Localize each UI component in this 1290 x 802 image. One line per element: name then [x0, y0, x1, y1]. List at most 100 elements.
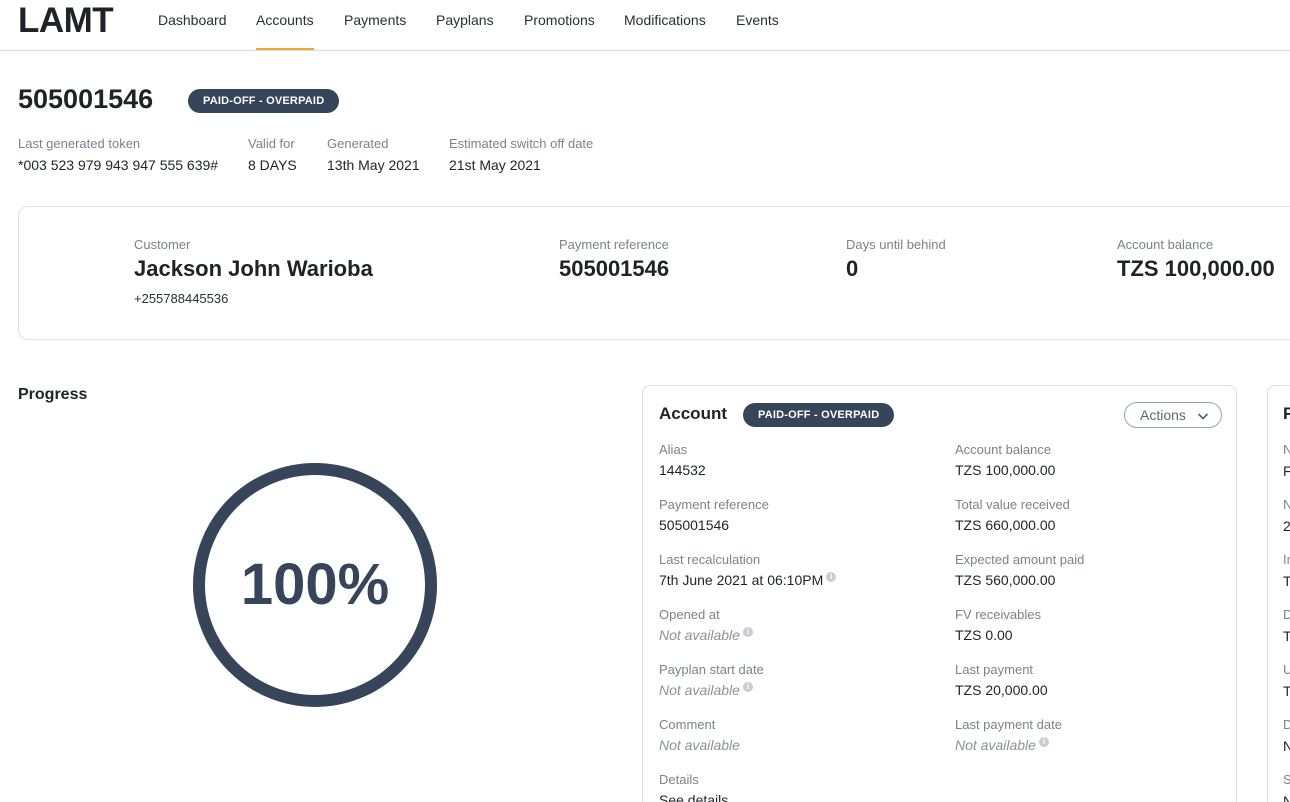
nav-accounts[interactable]: Accounts: [256, 12, 314, 50]
left-field-value-text: Not available: [659, 682, 740, 698]
secondary-card-fragment: T: [1283, 573, 1290, 589]
meta-valid-value: 8 DAYS: [248, 157, 297, 173]
left-field-value-text: Not available: [659, 627, 740, 643]
days-label: Days until behind: [846, 237, 946, 252]
info-icon[interactable]: i: [742, 627, 753, 637]
meta-generated: Generated 13th May 2021: [327, 136, 420, 173]
secondary-card-fragment: D: [1283, 607, 1290, 622]
left-field: Comment Not available: [659, 717, 740, 753]
left-field-value: 144532: [659, 462, 706, 478]
info-icon[interactable]: i: [826, 572, 837, 582]
secondary-card-fragment: U: [1283, 662, 1290, 677]
secondary-card-fragment: N: [1283, 497, 1290, 512]
secondary-card-fragment: N: [1283, 738, 1290, 754]
nav-dashboard[interactable]: Dashboard: [158, 12, 227, 50]
meta-generated-value: 13th May 2021: [327, 157, 420, 173]
secondary-card-fragment: F: [1283, 463, 1290, 479]
meta-generated-label: Generated: [327, 136, 389, 151]
secondary-card-fragment: D: [1283, 717, 1290, 732]
top-nav: LAMT Dashboard Accounts Payments Payplan…: [0, 0, 1290, 51]
left-field-value-text: See details: [659, 792, 729, 802]
actions-label: Actions: [1140, 407, 1186, 423]
right-field-label: FV receivables: [955, 607, 1041, 622]
left-field: Details See details: [659, 772, 728, 802]
meta-switch-off-label: Estimated switch off date: [449, 136, 594, 151]
secondary-card-fragment: N: [1283, 793, 1290, 802]
left-field-value-text: 7th June 2021 at 06:10PM: [659, 572, 824, 588]
chevron-down-icon: [1197, 406, 1209, 430]
summary-customer: Customer Jackson John Warioba +255788445…: [134, 237, 373, 306]
secondary-card-fragment: T: [1283, 683, 1290, 699]
right-field-label: Account balance: [955, 442, 1052, 457]
nav-promotions[interactable]: Promotions: [524, 12, 595, 50]
right-field: Account balance TZS 100,000.00: [955, 442, 1055, 478]
left-field-value-text: Not available: [659, 737, 740, 753]
progress-ring: 100%: [193, 463, 437, 707]
right-field-value-text: TZS 660,000.00: [955, 517, 1056, 533]
info-icon[interactable]: i: [1038, 737, 1049, 747]
nav-events[interactable]: Events: [736, 12, 779, 50]
summary-payment-ref: Payment reference 505001546: [559, 237, 669, 282]
meta-valid: Valid for 8 DAYS: [248, 136, 297, 173]
right-field-label: Last payment: [955, 662, 1034, 677]
meta-valid-label: Valid for: [248, 136, 295, 151]
right-field-value: Not available i: [955, 737, 1062, 753]
days-value: 0: [846, 256, 859, 281]
meta-token-value: *003 523 979 943 947 555 639#: [18, 157, 219, 173]
right-field-value-text: TZS 20,000.00: [955, 682, 1048, 698]
meta-switch-off: Estimated switch off date 21st May 2021: [449, 136, 593, 173]
actions-button[interactable]: Actions: [1124, 402, 1222, 428]
account-status-badge: PAID-OFF - OVERPAID: [743, 403, 895, 427]
right-field-label: Last payment date: [955, 717, 1062, 732]
account-card-title: Account: [659, 404, 727, 423]
nav-payments[interactable]: Payments: [344, 12, 406, 50]
page-title: 505001546: [18, 84, 154, 114]
secondary-card-fragment: S: [1283, 772, 1290, 787]
customer-name[interactable]: Jackson John Warioba: [134, 256, 373, 282]
right-field-value-text: Not available: [955, 737, 1036, 753]
secondary-card-fragment: 2: [1283, 518, 1290, 534]
left-field: Alias 144532: [659, 442, 706, 478]
left-field-label: Opened at: [659, 607, 720, 622]
summary-days: Days until behind 0: [846, 237, 946, 282]
right-field-value: TZS 660,000.00: [955, 517, 1070, 533]
right-field-value-text: TZS 100,000.00: [955, 462, 1056, 478]
right-field-value-text: TZS 0.00: [955, 627, 1013, 643]
right-field-value: TZS 20,000.00: [955, 682, 1048, 698]
left-field-value: Not available i: [659, 627, 753, 643]
payment-ref-value: 505001546: [559, 256, 670, 281]
customer-phone: +255788445536: [134, 291, 229, 306]
left-field-value: Not available i: [659, 682, 764, 698]
left-field: Last recalculation 7th June 2021 at 06:10…: [659, 552, 837, 588]
left-field-label: Payment reference: [659, 497, 769, 512]
left-field-value: Not available: [659, 737, 740, 753]
right-field-value: TZS 100,000.00: [955, 462, 1055, 478]
balance-value: TZS 100,000.00: [1117, 256, 1275, 281]
left-field-label: Comment: [659, 717, 716, 732]
secondary-card-fragment: N: [1283, 442, 1290, 457]
info-icon[interactable]: i: [742, 682, 753, 692]
nav-payplans[interactable]: Payplans: [436, 12, 494, 50]
nav-modifications[interactable]: Modifications: [624, 12, 706, 50]
right-field: FV receivables TZS 0.00: [955, 607, 1041, 643]
right-field: Last payment date Not available i: [955, 717, 1062, 753]
secondary-card-fragment: Ir: [1283, 552, 1290, 567]
left-field-value[interactable]: See details: [659, 792, 728, 802]
status-badge: PAID-OFF - OVERPAID: [188, 89, 340, 113]
customer-label: Customer: [134, 237, 191, 252]
meta-switch-off-value: 21st May 2021: [449, 157, 541, 173]
app-logo[interactable]: LAMT: [18, 1, 114, 41]
left-field: Opened at Not available i: [659, 607, 753, 643]
right-field-label: Total value received: [955, 497, 1070, 512]
meta-token: Last generated token *003 523 979 943 94…: [18, 136, 218, 173]
left-field-value-text: 144532: [659, 462, 706, 478]
left-field: Payplan start date Not available i: [659, 662, 764, 698]
left-field-value: 7th June 2021 at 06:10PM i: [659, 572, 837, 588]
summary-balance: Account balance TZS 100,000.00: [1117, 237, 1275, 282]
summary-card: Customer Jackson John Warioba +255788445…: [18, 206, 1290, 340]
left-field-label: Last recalculation: [659, 552, 761, 567]
right-field-label: Expected amount paid: [955, 552, 1085, 567]
payment-ref-label: Payment reference: [559, 237, 669, 252]
balance-label: Account balance: [1117, 237, 1214, 252]
right-field: Last payment TZS 20,000.00: [955, 662, 1048, 698]
